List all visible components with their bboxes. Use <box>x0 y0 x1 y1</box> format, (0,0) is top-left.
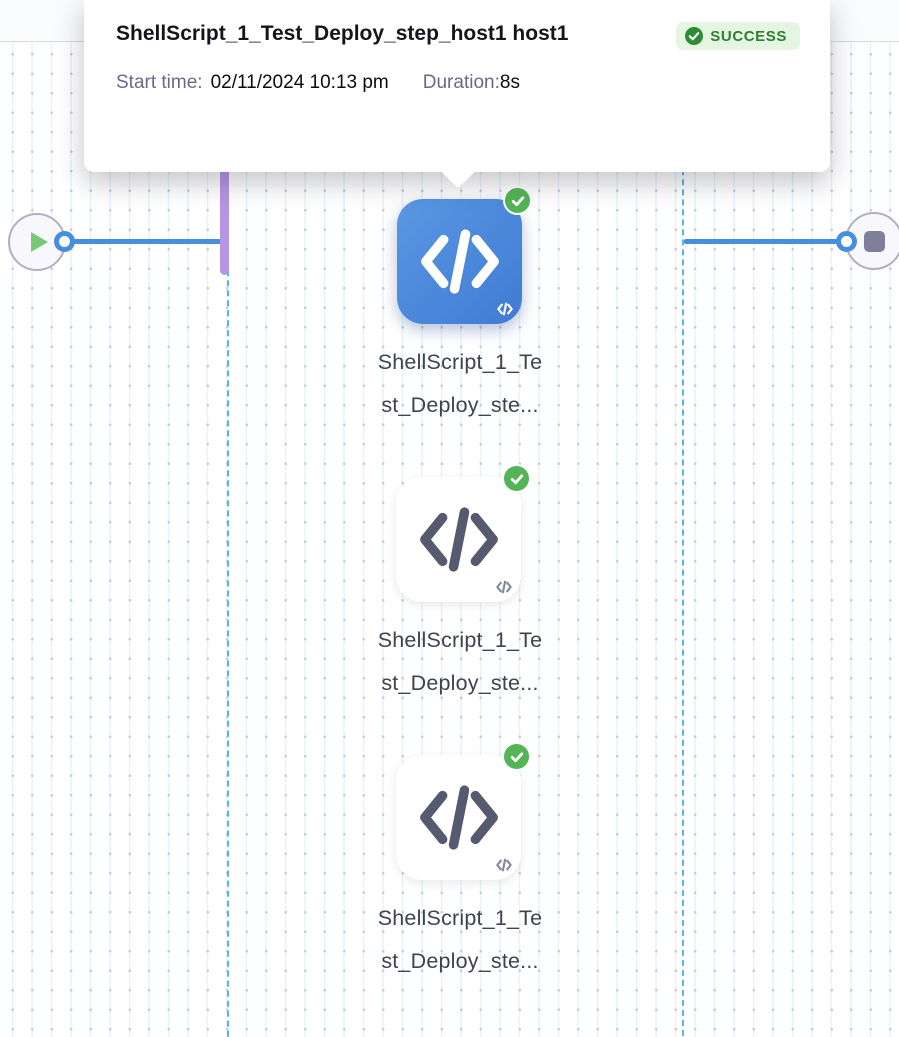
step-label-line2: st_Deploy_ste... <box>381 949 538 973</box>
step-label-line2: st_Deploy_ste... <box>381 393 538 417</box>
success-check-icon <box>502 464 531 493</box>
duration-value: 8s <box>500 72 520 94</box>
connector-line-left <box>64 239 224 244</box>
step-label-line2: st_Deploy_ste... <box>381 671 538 695</box>
duration-label: Duration: <box>423 72 500 94</box>
step-label-line1: ShellScript_1_Te <box>378 350 543 374</box>
step-label-line1: ShellScript_1_Te <box>378 628 543 652</box>
tooltip-title: ShellScript_1_Test_Deploy_step_host1 hos… <box>116 12 586 56</box>
start-time-label: Start time: <box>116 72 203 94</box>
connector-line-right <box>684 239 848 244</box>
step-node-2[interactable] <box>396 477 521 602</box>
stop-icon <box>864 231 885 252</box>
code-mini-icon <box>497 302 513 316</box>
step-label-1[interactable]: ShellScript_1_Te st_Deploy_ste... <box>335 341 585 427</box>
code-icon <box>418 782 500 853</box>
pipeline-execution-screen: ShellScript_1_Te st_Deploy_ste... She <box>0 0 899 1037</box>
step-label-2[interactable]: ShellScript_1_Te st_Deploy_ste... <box>335 619 585 705</box>
status-badge: SUCCESS <box>676 22 800 50</box>
check-circle-icon <box>685 27 703 45</box>
step-node-3[interactable] <box>396 755 521 880</box>
play-icon <box>31 232 48 252</box>
success-check-icon <box>502 742 531 771</box>
connector-port-right <box>836 231 857 252</box>
step-node-1[interactable] <box>397 199 522 324</box>
code-icon <box>418 504 500 575</box>
status-badge-label: SUCCESS <box>710 28 787 45</box>
code-mini-icon <box>496 858 512 872</box>
step-label-line1: ShellScript_1_Te <box>378 906 543 930</box>
step-tooltip: ShellScript_1_Test_Deploy_step_host1 hos… <box>84 0 830 172</box>
code-icon <box>419 226 501 297</box>
tooltip-meta: Start time: 02/11/2024 10:13 pm Duration… <box>116 72 800 94</box>
code-mini-icon <box>496 580 512 594</box>
success-check-icon <box>503 186 532 215</box>
step-label-3[interactable]: ShellScript_1_Te st_Deploy_ste... <box>335 897 585 983</box>
start-time-value: 02/11/2024 10:13 pm <box>211 72 389 94</box>
execution-graph-canvas[interactable]: ShellScript_1_Te st_Deploy_ste... She <box>0 42 899 1037</box>
connector-port-left <box>54 231 75 252</box>
